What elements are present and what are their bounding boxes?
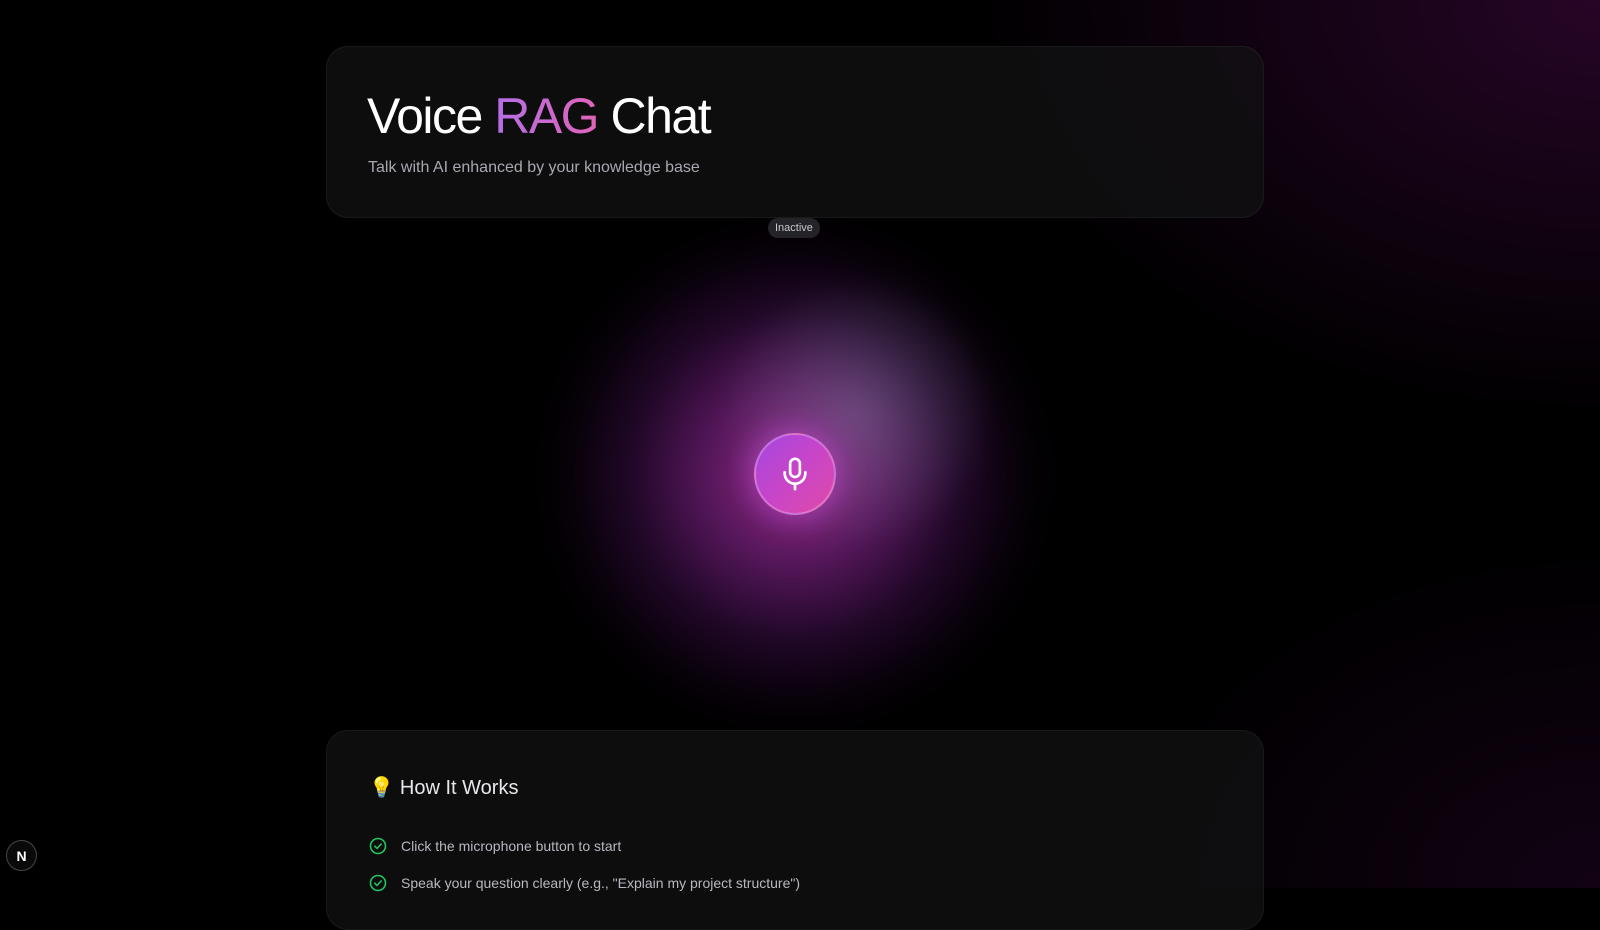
list-item: Speak your question clearly (e.g., "Expl… [369,874,800,892]
status-badge: Inactive [768,218,820,238]
lightbulb-icon: 💡 [369,777,394,799]
title-accent: RAG [494,88,598,144]
title-part1: Voice [367,88,494,144]
how-it-works-title: How It Works [400,777,519,799]
title-part2: Chat [598,88,710,144]
dev-tools-badge[interactable]: N [6,840,37,871]
header-card: Voice RAG Chat Talk with AI enhanced by … [326,46,1264,218]
how-it-works-card: 💡 How It Works Click the microphone butto… [326,730,1264,930]
page-subtitle: Talk with AI enhanced by your knowledge … [368,159,700,177]
microphone-icon [780,457,810,491]
page-title: Voice RAG Chat [367,87,710,145]
how-it-works-heading: 💡 How It Works [369,775,518,800]
check-circle-icon [369,837,387,855]
list-item: Click the microphone button to start [369,837,621,855]
check-circle-icon [369,874,387,892]
step-text: Speak your question clearly (e.g., "Expl… [401,875,800,891]
microphone-button[interactable] [754,433,836,515]
step-text: Click the microphone button to start [401,838,621,854]
